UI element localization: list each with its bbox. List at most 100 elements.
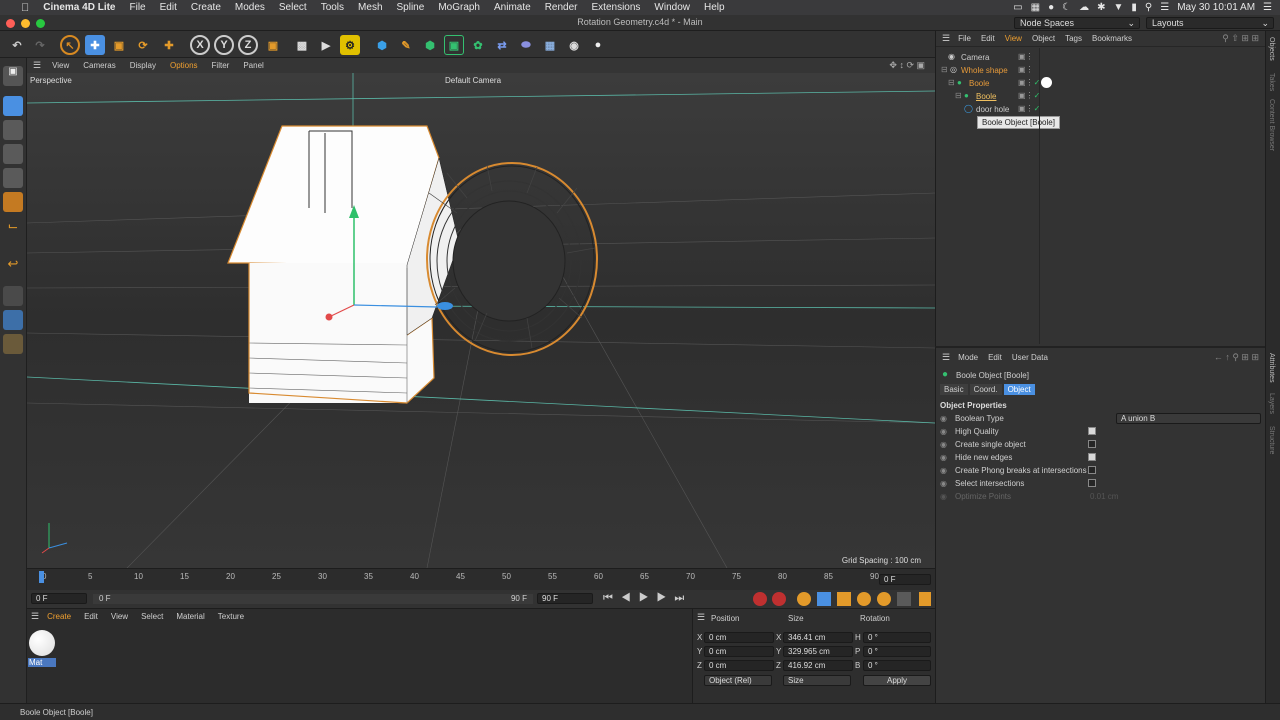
object-row-boole[interactable]: ⊟ ● Boole ▣⋮✓ (936, 77, 1265, 90)
floor-icon[interactable]: ▦ (540, 35, 560, 55)
menu-render[interactable]: Render (538, 2, 585, 13)
apple-icon[interactable]:  (14, 2, 36, 14)
edges-mode-icon[interactable] (3, 168, 23, 188)
field-icon[interactable]: ⬬ (516, 35, 536, 55)
coordinate-system-icon[interactable]: ▣ (263, 35, 283, 55)
collapse-icon[interactable]: ⊟ (948, 78, 955, 87)
rotation-key-icon[interactable] (857, 592, 871, 606)
menu-edit[interactable]: Edit (153, 2, 184, 13)
rot-b-field[interactable]: 0 ° (863, 660, 931, 671)
obj-menu-bookmarks[interactable]: Bookmarks (1092, 34, 1132, 43)
size-y-field[interactable]: 329.965 cm (783, 646, 853, 657)
pos-x-field[interactable]: 0 cm (704, 632, 774, 643)
create-single-object-checkbox[interactable] (1088, 440, 1096, 448)
pos-z-field[interactable]: 0 cm (704, 660, 774, 671)
control-center-icon[interactable]: ☰ (1160, 2, 1169, 13)
add-object-icon[interactable]: ✚ (159, 35, 179, 55)
object-row-door-hole[interactable]: ◯ door hole ▣⋮✓ (936, 103, 1265, 116)
material-name[interactable]: Mat (28, 658, 56, 667)
collapse-icon[interactable]: ⊟ (955, 91, 962, 100)
menu-icon[interactable]: ☰ (697, 612, 705, 623)
record-icon[interactable]: ● (1048, 2, 1054, 13)
model-mode-icon[interactable] (3, 96, 23, 116)
wifi-icon[interactable]: ▼ (1113, 2, 1123, 13)
side-tab-layers[interactable]: Layers (1268, 393, 1275, 414)
side-tab-attributes[interactable]: Attributes (1268, 353, 1275, 383)
live-selection-icon[interactable]: ↖ (60, 35, 80, 55)
axis-mode-icon[interactable]: ⌙ (3, 218, 23, 238)
parameter-key-icon[interactable] (877, 592, 891, 606)
render-settings-icon[interactable]: ⚙ (340, 35, 360, 55)
cube-icon[interactable]: ⬢ (372, 35, 392, 55)
viewport-menu-view[interactable]: View (45, 61, 76, 70)
visibility-icon[interactable]: ▣⋮ (1018, 52, 1034, 61)
bluetooth-icon[interactable]: ✱ (1097, 2, 1105, 13)
end-frame-field[interactable]: 90 F (537, 593, 593, 604)
render-view-icon[interactable]: ▶ (316, 35, 336, 55)
subdivision-icon[interactable]: ⬢ (420, 35, 440, 55)
menu-animate[interactable]: Animate (487, 2, 538, 13)
mat-menu-edit[interactable]: Edit (84, 612, 98, 621)
pen-icon[interactable]: ✎ (396, 35, 416, 55)
frame-range-slider[interactable]: 0 F 90 F (93, 594, 533, 604)
boole-icon[interactable]: ▣ (444, 35, 464, 55)
material-tag-icon[interactable] (1041, 77, 1052, 88)
mat-menu-material[interactable]: Material (176, 612, 204, 621)
keyframe-dot-icon[interactable]: ◉ (940, 466, 947, 475)
keyframe-selection-icon[interactable] (797, 592, 811, 606)
scale-tool-icon[interactable]: ▣ (109, 35, 129, 55)
moon-icon[interactable]: ☾ (1062, 2, 1071, 13)
menu-tools[interactable]: Tools (314, 2, 351, 13)
high-quality-checkbox[interactable] (1088, 427, 1096, 435)
tab-coord[interactable]: Coord. (969, 384, 1002, 395)
app-menu[interactable]: Cinema 4D Lite (36, 2, 122, 13)
menu-mograph[interactable]: MoGraph (431, 2, 487, 13)
boolean-type-select[interactable]: A union B (1116, 413, 1261, 424)
obj-menu-object[interactable]: Object (1032, 34, 1055, 43)
locked-workplane-icon[interactable] (3, 310, 23, 330)
workplane-icon[interactable] (3, 286, 23, 306)
position-key-icon[interactable] (817, 592, 831, 606)
cloud-icon[interactable]: ☁ (1079, 2, 1089, 13)
light-icon[interactable]: ● (588, 35, 608, 55)
visibility-icon[interactable]: ▣⋮✓ (1018, 78, 1040, 87)
texture-mode-icon[interactable] (3, 120, 23, 140)
redo-icon[interactable]: ↷ (30, 35, 50, 55)
material-swatch[interactable]: Mat (28, 630, 56, 668)
menu-mesh[interactable]: Mesh (351, 2, 389, 13)
keyframe-dot-icon[interactable]: ◉ (940, 479, 947, 488)
timeline-menu-icon[interactable] (919, 592, 931, 606)
render-region-icon[interactable]: ▩ (292, 35, 312, 55)
obj-menu-edit[interactable]: Edit (981, 34, 995, 43)
object-row-boole-child[interactable]: ⊟ ● Boole ▣⋮✓ (936, 90, 1265, 103)
polygons-mode-icon[interactable] (3, 192, 23, 212)
side-tab-content-browser[interactable]: Content Browser (1268, 99, 1275, 151)
phong-breaks-checkbox[interactable] (1088, 466, 1096, 474)
side-tab-structure[interactable]: Structure (1268, 426, 1275, 454)
cloner-icon[interactable]: ✿ (468, 35, 488, 55)
clock[interactable]: May 30 10:01 AM (1177, 2, 1255, 13)
mat-menu-select[interactable]: Select (141, 612, 163, 621)
menu-icon[interactable]: ☰ (942, 33, 950, 44)
keyframe-dot-icon[interactable]: ◉ (940, 414, 947, 423)
select-intersections-checkbox[interactable] (1088, 479, 1096, 487)
menu-spline[interactable]: Spline (390, 2, 432, 13)
menu-help[interactable]: Help (697, 2, 732, 13)
size-x-field[interactable]: 346.41 cm (783, 632, 853, 643)
keyframe-dot-icon[interactable]: ◉ (940, 440, 947, 449)
tab-basic[interactable]: Basic (940, 384, 968, 395)
viewport-nav-icons[interactable]: ✥ ↕ ⟳ ▣ (889, 60, 925, 71)
menu-window[interactable]: Window (647, 2, 697, 13)
size-z-field[interactable]: 416.92 cm (783, 660, 853, 671)
playback-controls[interactable]: ⏮◀▶▶⏭ (603, 592, 692, 605)
grid-icon[interactable]: ▦ (1031, 2, 1040, 13)
obj-menu-tags[interactable]: Tags (1065, 34, 1082, 43)
apply-button[interactable]: Apply (863, 675, 931, 686)
visibility-icon[interactable]: ▣⋮✓ (1018, 91, 1040, 100)
side-tab-takes[interactable]: Takes (1268, 73, 1275, 91)
tab-object[interactable]: Object (1003, 384, 1035, 395)
deformer-icon[interactable]: ⇄ (492, 35, 512, 55)
rotate-tool-icon[interactable]: ⟳ (133, 35, 153, 55)
x-axis-lock-icon[interactable]: X (190, 35, 210, 55)
obj-menu-view[interactable]: View (1005, 34, 1022, 43)
